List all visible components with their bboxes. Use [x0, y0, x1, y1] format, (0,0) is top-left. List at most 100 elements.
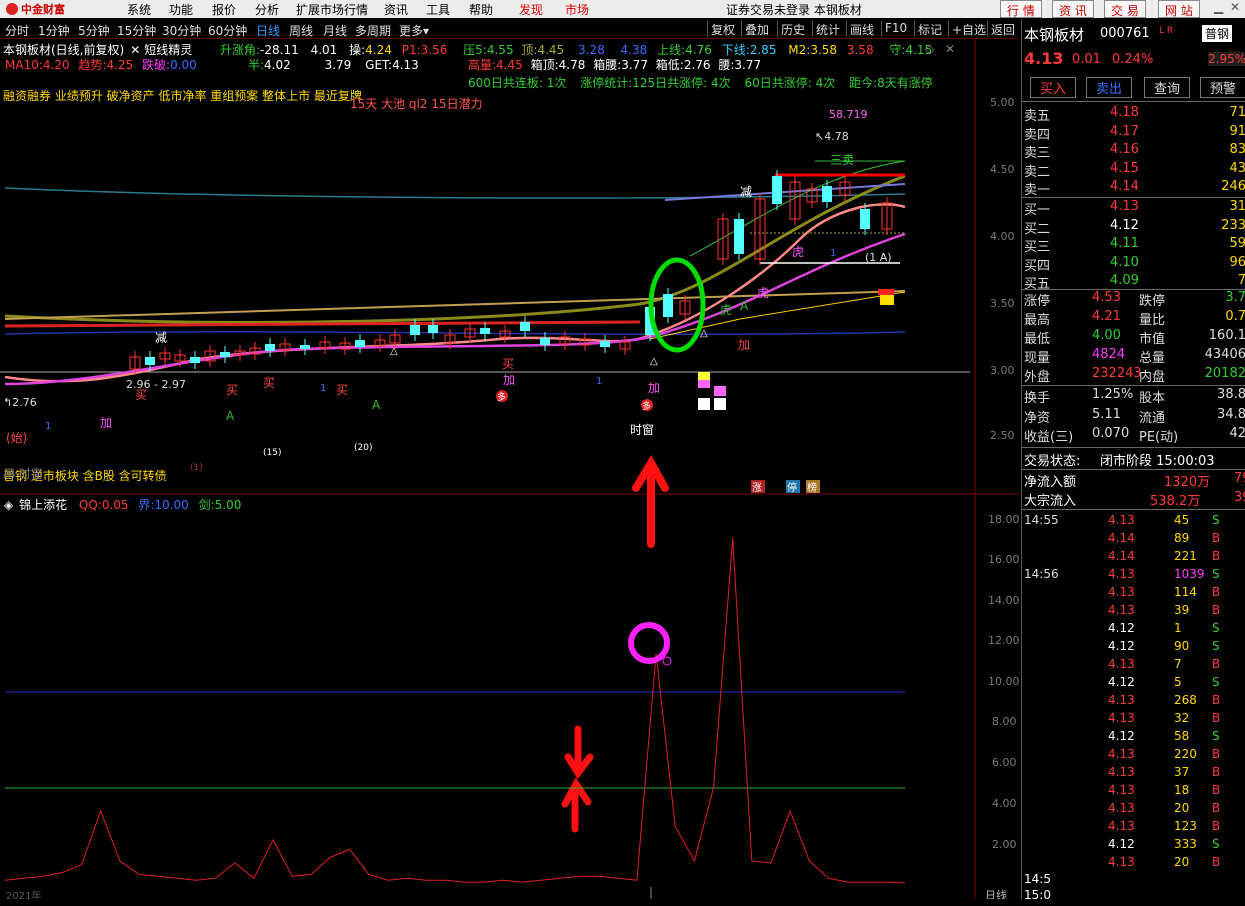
menu-market[interactable]: 市场: [565, 1, 589, 18]
tab-1min[interactable]: 1分钟: [38, 22, 70, 39]
tab-daily[interactable]: 日线: [256, 22, 280, 39]
tab-30min[interactable]: 30分钟: [162, 22, 201, 39]
price-tick: 3.00: [990, 364, 1015, 377]
price-tick: 2.50: [990, 429, 1015, 442]
tab-60min[interactable]: 60分钟: [208, 22, 247, 39]
bulk-value: 538.2万: [1150, 494, 1201, 509]
btn-f10[interactable]: F10: [881, 21, 910, 37]
ind-tick: 4.00: [992, 797, 1017, 810]
chart-area[interactable]: 5.00 4.50 4.00 3.50 3.00 2.50 买 买 买 买 买 …: [0, 39, 1020, 899]
signal-reduce: 减: [155, 331, 167, 345]
settings-icon[interactable]: ◈: [4, 498, 13, 512]
quote-row: 买三 4.11 59: [1024, 235, 1245, 255]
tab-monthly[interactable]: 月线: [323, 22, 347, 39]
close-icon[interactable]: ✕: [1230, 0, 1240, 14]
tick-volume: 32: [1174, 711, 1190, 725]
chevron-down-icon: ▾: [423, 24, 430, 38]
btn-website[interactable]: 网 站: [1158, 0, 1200, 18]
menu-tools[interactable]: 工具: [426, 1, 450, 18]
settings-icon[interactable]: ◇: [925, 42, 934, 56]
tick-time: 14:5: [1024, 872, 1051, 886]
sell-button[interactable]: 卖出: [1086, 77, 1132, 98]
quote-row: 换手 1.25% 股本 38.8: [1024, 386, 1245, 406]
menu-news[interactable]: 资讯: [384, 1, 408, 18]
tab-15min[interactable]: 15分钟: [117, 22, 156, 39]
annotation-arrow: [561, 725, 594, 833]
menu-quote[interactable]: 报价: [212, 1, 236, 18]
stat-value: 38.8: [1217, 387, 1245, 402]
tick-time: 14:56: [1024, 567, 1059, 581]
sanmai-label: 三卖: [830, 153, 854, 167]
svg-text:A: A: [740, 299, 749, 313]
close-icon[interactable]: ✕: [130, 43, 140, 57]
buy-button[interactable]: 买入: [1030, 77, 1076, 98]
query-button[interactable]: 查询: [1144, 77, 1190, 98]
signal-timewindow: 时窗: [630, 423, 654, 437]
signal-tiger: 虎: [757, 286, 769, 300]
menu-help[interactable]: 帮助: [469, 1, 493, 18]
tick-price: 4.13: [1108, 603, 1135, 617]
tick-volume: 221: [1174, 549, 1197, 563]
date-label: 2021年: [6, 889, 41, 899]
tab-more[interactable]: 更多▾: [399, 22, 429, 39]
concept-tags: 融资融券 业绩预升 破净资产 低市净率 重组预案 整体上市 最近复牌: [3, 89, 362, 103]
quote-row: 买一 4.13 31: [1024, 198, 1245, 218]
candle: [860, 209, 870, 229]
ind-tick: 12.00: [988, 634, 1020, 647]
btn-back[interactable]: 返回: [987, 21, 1018, 37]
pool-tags: 15天 大池 ql2 15日潜力: [350, 97, 483, 111]
price-tick: 3.50: [990, 297, 1015, 310]
quote-row: 4.13 37 B: [1024, 764, 1245, 783]
tick-side: B: [1212, 819, 1221, 833]
quote-row: 卖二 4.15 43: [1024, 160, 1245, 180]
menu-analysis[interactable]: 分析: [255, 1, 279, 18]
menu-ext-market[interactable]: 扩展市场行情: [296, 1, 368, 18]
candle: [772, 176, 782, 204]
stat-value: 4.53: [1092, 290, 1121, 305]
tab-weekly[interactable]: 周线: [289, 22, 313, 39]
tick-price: 4.12: [1108, 729, 1135, 743]
high-label: ↖4.78: [815, 130, 849, 143]
btn-info[interactable]: 资 讯: [1052, 0, 1094, 18]
quote-row: 卖五 4.18 71: [1024, 104, 1245, 124]
btn-quote[interactable]: 行 情: [1000, 0, 1042, 18]
alert-button[interactable]: 预警: [1200, 77, 1245, 98]
btn-trade[interactable]: 交 易: [1104, 0, 1146, 18]
ind-tick: 10.00: [988, 675, 1020, 688]
menu-system[interactable]: 系统: [127, 1, 151, 18]
stat-label: 外盘: [1024, 370, 1051, 385]
stat-value: 160.1: [1208, 328, 1245, 343]
tab-fenshi[interactable]: 分时: [5, 22, 29, 39]
tab-multi[interactable]: 多周期: [355, 22, 391, 39]
minimize-icon[interactable]: ▁: [1214, 0, 1223, 14]
menu-function[interactable]: 功能: [169, 1, 193, 18]
netin-label: 净流入额: [1024, 475, 1077, 490]
quote-row: 4.12 333 S: [1024, 836, 1245, 855]
tick-volume: 90: [1174, 639, 1190, 653]
btn-mark[interactable]: 标记: [914, 21, 945, 37]
btn-draw[interactable]: 画线: [846, 21, 877, 37]
stat-label: PE(动): [1139, 430, 1179, 445]
quote-row: 卖一 4.14 246: [1024, 178, 1245, 198]
close-icon[interactable]: ✕: [945, 42, 955, 56]
btn-fuquan[interactable]: 复权: [707, 21, 738, 37]
btn-stats[interactable]: 统计: [812, 21, 843, 37]
quote-row: 买二 4.12 233: [1024, 217, 1245, 237]
btn-history[interactable]: 历史: [777, 21, 808, 37]
stat-value: 43406: [1204, 347, 1245, 362]
indicator-header: ◈ 锦上添花 QQ:0.05 界:10.00 剑:5.00: [4, 498, 242, 512]
candle: [734, 219, 744, 254]
menu-discover[interactable]: 发现: [519, 1, 543, 18]
quote-row: 4.13 7 B: [1024, 656, 1245, 675]
btn-overlay[interactable]: 叠加: [741, 21, 772, 37]
tab-5min[interactable]: 5分钟: [78, 22, 110, 39]
sector-badge[interactable]: 普钢: [1202, 25, 1233, 42]
ask-price: 4.16: [1110, 142, 1139, 157]
ma-line-red: [4, 320, 641, 328]
tick-side: S: [1212, 675, 1220, 689]
trade-status: 闭市阶段 15:00:03: [1100, 454, 1215, 469]
btn-add-watch[interactable]: +自选: [948, 21, 989, 37]
limit-stats: 600日共连板: 1次 涨停统计:125日共涨停: 4次 60日共涨停: 4次 …: [468, 76, 933, 90]
price-change: 0.01: [1072, 52, 1101, 67]
quote-row: 4.12 90 S: [1024, 638, 1245, 657]
